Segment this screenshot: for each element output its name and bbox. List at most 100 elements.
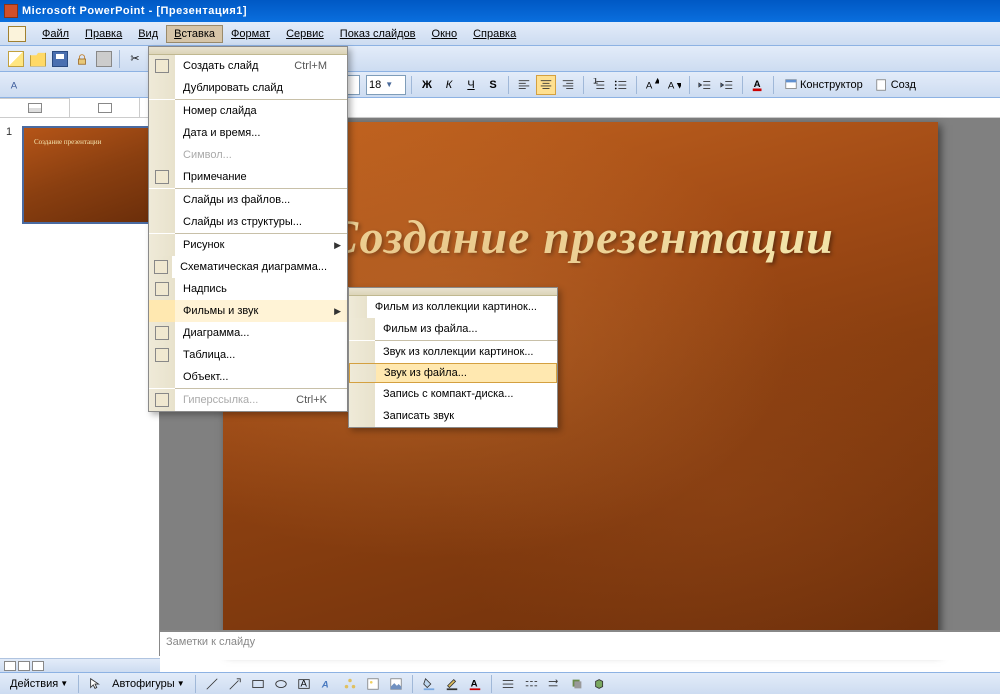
normal-view-button[interactable] [4, 661, 16, 671]
insert-menu-item[interactable]: Дата и время... [149, 122, 347, 144]
menu-insert[interactable]: Вставка [166, 25, 223, 43]
underline-button[interactable]: Ч [461, 75, 481, 95]
sound-menu-item[interactable]: Фильм из коллекции картинок... [349, 296, 557, 318]
menu-file[interactable]: Файл [34, 25, 77, 43]
open-button[interactable] [28, 49, 48, 69]
slides-tab[interactable] [70, 98, 140, 117]
menu-slideshow[interactable]: Показ слайдов [332, 25, 424, 43]
3d-style-button[interactable] [590, 675, 610, 693]
insert-menu-item[interactable]: Дублировать слайд [149, 77, 347, 99]
submenu-arrow-icon: ▶ [334, 306, 341, 317]
slideshow-view-button[interactable] [32, 661, 44, 671]
font-dialog-button[interactable]: A [6, 75, 26, 95]
dash-style-button[interactable] [521, 675, 541, 693]
menu-item-label: Создать слайд [175, 60, 274, 72]
insert-menu-item[interactable]: Надпись [149, 278, 347, 300]
svg-text:▲: ▲ [653, 78, 659, 86]
outline-tab[interactable] [0, 98, 70, 117]
menu-format[interactable]: Формат [223, 25, 278, 43]
menu-item-label: Схематическая диаграмма... [172, 261, 327, 273]
align-center-button[interactable] [536, 75, 556, 95]
menu-item-label: Фильм из файла... [375, 323, 537, 335]
svg-text:A: A [11, 80, 18, 91]
document-icon[interactable] [8, 26, 26, 42]
insert-menu-item[interactable]: Схематическая диаграмма... [149, 256, 347, 278]
align-right-button[interactable] [558, 75, 578, 95]
increase-indent-button[interactable] [717, 75, 737, 95]
picture-button[interactable] [386, 675, 406, 693]
wordart-button[interactable]: A [317, 675, 337, 693]
submenu-drag-handle[interactable] [349, 288, 557, 296]
designer-button[interactable]: Конструктор [779, 75, 868, 95]
menu-view[interactable]: Вид [130, 25, 166, 43]
clipart-button[interactable] [363, 675, 383, 693]
titlebar: Microsoft PowerPoint - [Презентация1] [0, 0, 1000, 22]
font-color-draw-button[interactable]: A [465, 675, 485, 693]
select-objects-button[interactable] [85, 675, 105, 693]
sound-menu-item[interactable]: Звук из файла... [349, 363, 557, 383]
decrease-font-button[interactable]: A▼ [664, 75, 684, 95]
print-button[interactable] [94, 49, 114, 69]
menu-window[interactable]: Окно [424, 25, 466, 43]
textbox-button[interactable]: A [294, 675, 314, 693]
insert-menu-item[interactable]: Слайды из структуры... [149, 211, 347, 233]
svg-text:A: A [470, 678, 477, 689]
menu-item-label: Звук из коллекции картинок... [375, 346, 537, 358]
align-left-button[interactable] [514, 75, 534, 95]
notes-pane[interactable]: Заметки к слайду [160, 630, 1000, 660]
numbering-button[interactable]: 1 [589, 75, 609, 95]
line-style-button[interactable] [498, 675, 518, 693]
italic-button[interactable]: К [439, 75, 459, 95]
insert-menu-item[interactable]: Номер слайда [149, 100, 347, 122]
insert-menu-item[interactable]: Рисунок▶ [149, 234, 347, 256]
insert-menu-item[interactable]: Объект... [149, 366, 347, 388]
bold-button[interactable]: Ж [417, 75, 437, 95]
insert-menu-item[interactable]: Примечание [149, 166, 347, 188]
view-switcher [0, 658, 160, 672]
decrease-indent-button[interactable] [695, 75, 715, 95]
insert-menu-item[interactable]: Диаграмма... [149, 322, 347, 344]
insert-menu-item[interactable]: Фильмы и звук ▶ [149, 300, 347, 322]
insert-menu-item[interactable]: Таблица... [149, 344, 347, 366]
menu-edit[interactable]: Правка [77, 25, 130, 43]
fill-color-button[interactable] [419, 675, 439, 693]
new-button[interactable] [6, 49, 26, 69]
menu-help[interactable]: Справка [465, 25, 524, 43]
line-color-button[interactable] [442, 675, 462, 693]
increase-font-button[interactable]: A▲ [642, 75, 662, 95]
permission-button[interactable] [72, 49, 92, 69]
autoshapes-menu[interactable]: Автофигуры ▼ [108, 676, 189, 692]
sound-menu-item[interactable]: Звук из коллекции картинок... [349, 341, 557, 363]
sound-menu-item[interactable]: Записать звук [349, 405, 557, 427]
menu-tools[interactable]: Сервис [278, 25, 332, 43]
font-size-combo[interactable]: 18▼ [366, 75, 406, 95]
submenu-arrow-icon: ▶ [334, 240, 341, 251]
slide-thumbnail[interactable]: Создание презентации [22, 126, 152, 224]
table-icon [155, 348, 169, 362]
arrow-style-button[interactable] [544, 675, 564, 693]
bullets-button[interactable] [611, 75, 631, 95]
menu-item-label: Фильм из коллекции картинок... [367, 301, 537, 313]
draw-actions-menu[interactable]: Действия ▼ [6, 676, 72, 692]
shadow-style-button[interactable] [567, 675, 587, 693]
menu-drag-handle[interactable] [149, 47, 347, 55]
sorter-view-button[interactable] [18, 661, 30, 671]
oval-button[interactable] [271, 675, 291, 693]
line-button[interactable] [202, 675, 222, 693]
save-button[interactable] [50, 49, 70, 69]
sound-menu-item[interactable]: Фильм из файла... [349, 318, 557, 340]
insert-menu-item[interactable]: Создать слайдCtrl+M [149, 55, 347, 77]
movies-sound-submenu: Фильм из коллекции картинок... Фильм из ф… [348, 287, 558, 428]
menu-item-label: Слайды из структуры... [175, 216, 327, 228]
shadow-button[interactable]: S [483, 75, 503, 95]
menu-item-label: Символ... [175, 149, 327, 161]
insert-menu-item[interactable]: Слайды из файлов... [149, 189, 347, 211]
new-slide-toolbar-button[interactable]: Созд [870, 75, 921, 95]
sound-menu-item[interactable]: Запись с компакт-диска... [349, 383, 557, 405]
menu-item-label: Фильмы и звук [175, 305, 327, 317]
font-color-button[interactable]: A [748, 75, 768, 95]
arrow-button[interactable] [225, 675, 245, 693]
diagram-button[interactable] [340, 675, 360, 693]
cut-button[interactable]: ✂ [125, 49, 145, 69]
rectangle-button[interactable] [248, 675, 268, 693]
